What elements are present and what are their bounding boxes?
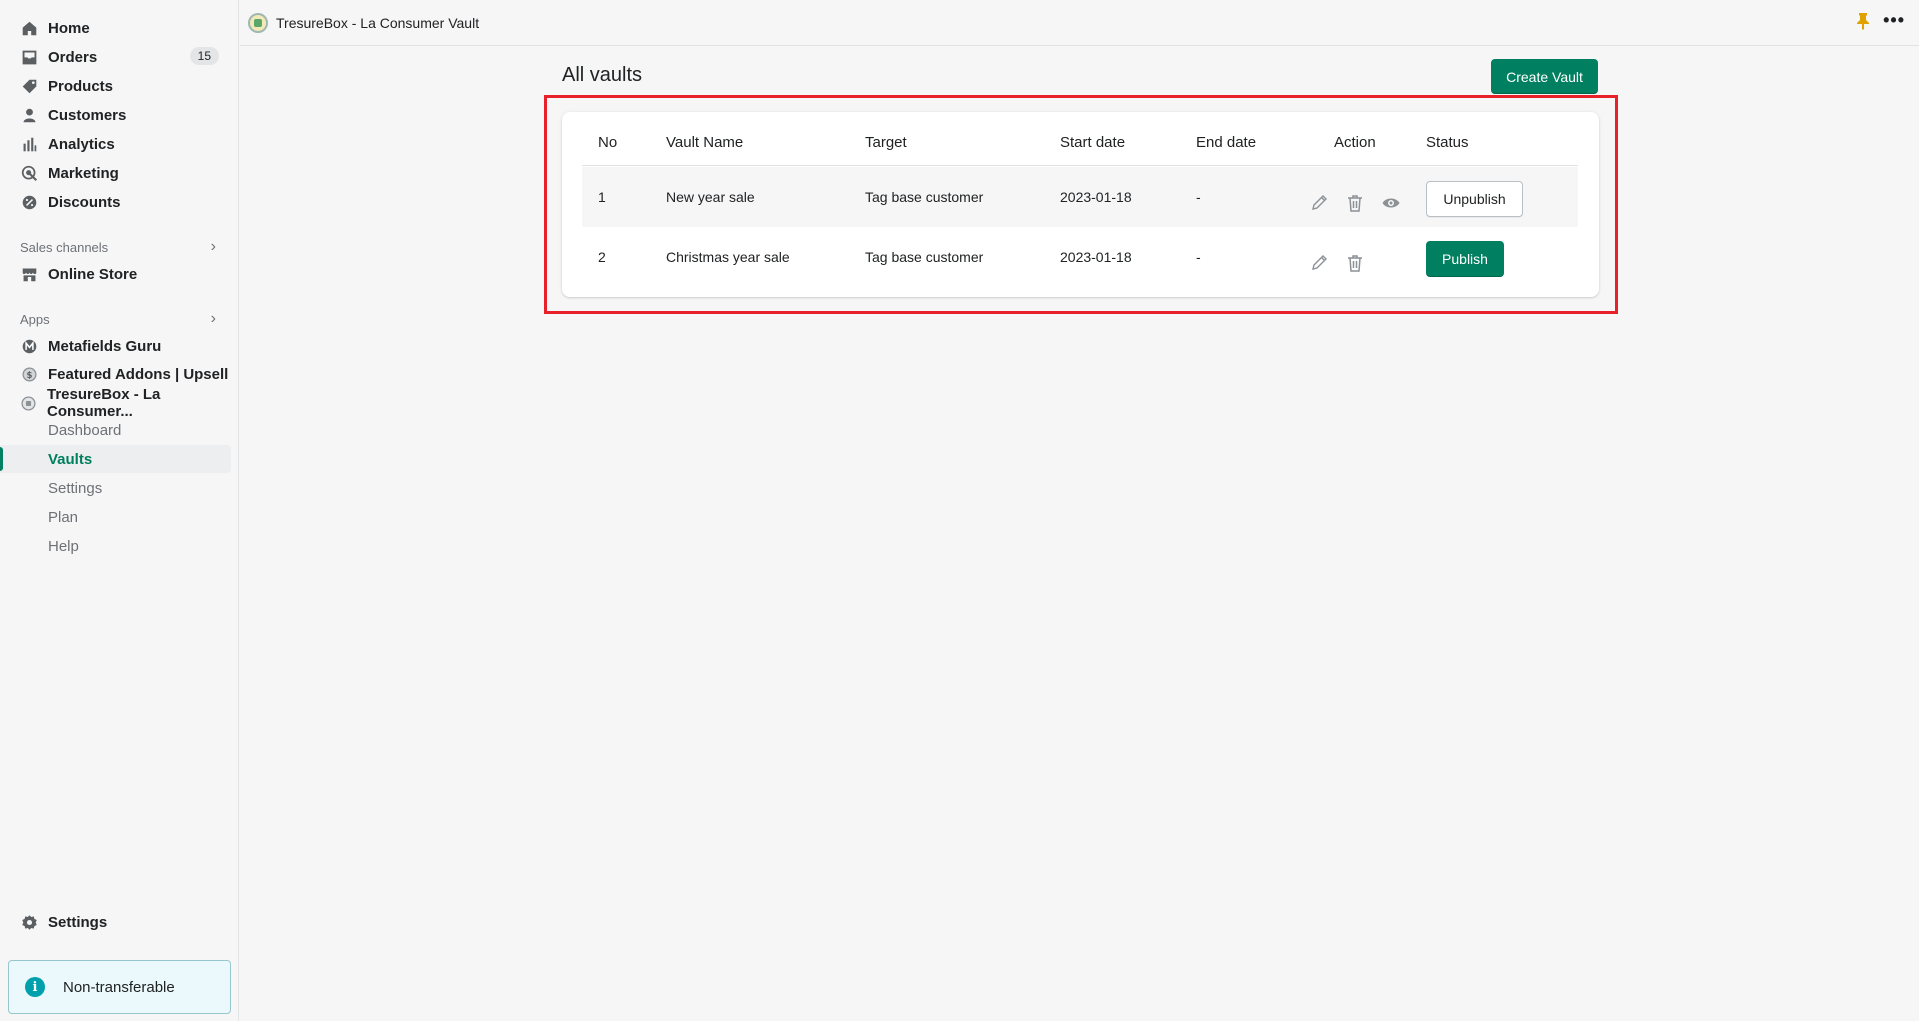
cell-start-date: 2023-01-18	[1060, 249, 1132, 265]
notice-text: Non-transferable	[63, 978, 175, 996]
column-no: No	[598, 134, 618, 151]
nav-item-marketing[interactable]: Marketing	[0, 159, 231, 187]
column-vault-name: Vault Name	[666, 134, 744, 151]
nav-item-customers[interactable]: Customers	[0, 101, 231, 129]
table-row: 1 New year sale Tag base customer 2023-0…	[582, 167, 1578, 227]
nav-item-home[interactable]: Home	[0, 14, 231, 42]
non-transferable-notice: i Non-transferable	[8, 960, 231, 1014]
unpublish-button[interactable]: Unpublish	[1426, 181, 1523, 217]
orders-count-badge: 15	[189, 47, 219, 65]
nav-label-orders: Orders	[48, 48, 98, 66]
nav-label-metafields-guru: Metafields Guru	[48, 337, 162, 355]
table-header: No Vault Name Target Start date End date…	[582, 112, 1578, 166]
nav-item-tresurebox[interactable]: TresureBox - La Consumer...	[0, 386, 231, 420]
bar-chart-icon	[20, 135, 38, 153]
apps-label: Apps	[20, 311, 50, 327]
nav-label-online-store: Online Store	[48, 265, 138, 283]
cell-end-date: -	[1196, 189, 1201, 205]
table-row: 2 Christmas year sale Tag base customer …	[582, 227, 1578, 287]
discount-icon	[20, 193, 38, 211]
vaults-table-card: No Vault Name Target Start date End date…	[562, 112, 1599, 297]
nav-item-discounts[interactable]: Discounts	[0, 188, 231, 216]
nav-label-discounts: Discounts	[48, 193, 121, 211]
sub-item-vaults[interactable]: Vaults	[0, 445, 231, 473]
sub-item-settings[interactable]: Settings	[0, 474, 231, 502]
nav-item-online-store[interactable]: Online Store	[0, 260, 231, 288]
column-action: Action	[1334, 134, 1376, 151]
nav-label-customers: Customers	[48, 106, 127, 124]
nav-item-metafields-guru[interactable]: Metafields Guru	[0, 332, 231, 360]
sub-item-dashboard[interactable]: Dashboard	[0, 416, 231, 444]
sub-item-vaults-label: Vaults	[48, 450, 93, 468]
metafields-app-icon	[20, 337, 38, 355]
column-start-date: Start date	[1060, 134, 1126, 151]
cell-end-date: -	[1196, 249, 1201, 265]
publish-button[interactable]: Publish	[1426, 241, 1504, 277]
cell-target: Tag base customer	[865, 249, 984, 265]
delete-trash-icon[interactable]	[1345, 253, 1365, 273]
edit-pencil-icon[interactable]	[1309, 253, 1329, 273]
cell-no: 2	[598, 249, 606, 265]
view-eye-icon[interactable]	[1381, 193, 1401, 213]
svg-text:$: $	[26, 370, 32, 380]
nav-item-analytics[interactable]: Analytics	[0, 130, 231, 158]
home-icon	[20, 19, 38, 37]
nav-label-products: Products	[48, 77, 114, 95]
nav-item-featured-addons[interactable]: $ Featured Addons | Upsell	[0, 360, 231, 388]
sub-item-plan[interactable]: Plan	[0, 503, 231, 531]
edit-pencil-icon[interactable]	[1309, 193, 1329, 213]
cell-vault-name: Christmas year sale	[666, 249, 790, 265]
column-target: Target	[865, 134, 907, 151]
page-title: All vaults	[562, 64, 643, 86]
pin-icon[interactable]	[1855, 12, 1871, 30]
apps-section[interactable]: Apps ›	[20, 310, 220, 328]
chevron-right-icon: ›	[210, 310, 216, 327]
nav-label-tresurebox: TresureBox - La Consumer...	[47, 386, 161, 420]
cell-vault-name: New year sale	[666, 189, 755, 205]
tresurebox-app-icon	[20, 394, 37, 412]
inbox-icon	[20, 48, 38, 66]
app-title: TresureBox - La Consumer Vault	[276, 14, 480, 31]
sales-channels-section[interactable]: Sales channels ›	[20, 238, 220, 256]
create-vault-button[interactable]: Create Vault	[1491, 59, 1598, 94]
nav-item-orders[interactable]: Orders 15	[0, 43, 231, 71]
nav-label-home: Home	[48, 19, 90, 37]
person-icon	[20, 106, 38, 124]
cell-no: 1	[598, 189, 606, 205]
sidebar: Home Orders 15 Products Customers Analyt…	[0, 0, 239, 1021]
nav-label-marketing: Marketing	[48, 164, 119, 182]
gear-icon	[20, 913, 38, 931]
sub-item-help[interactable]: Help	[0, 532, 231, 560]
more-actions-icon[interactable]: •••	[1883, 10, 1905, 31]
tag-icon	[20, 77, 38, 95]
nav-item-settings[interactable]: Settings	[0, 908, 231, 936]
app-topbar: TresureBox - La Consumer Vault •••	[240, 0, 1919, 46]
nav-item-products[interactable]: Products	[0, 72, 231, 100]
tresurebox-logo-icon	[248, 12, 268, 33]
featured-addons-app-icon: $	[20, 365, 38, 383]
store-icon	[20, 265, 38, 283]
column-end-date: End date	[1196, 134, 1257, 151]
column-status: Status	[1426, 134, 1469, 151]
info-icon: i	[25, 977, 45, 997]
nav-label-analytics: Analytics	[48, 135, 115, 153]
sales-channels-label: Sales channels	[20, 239, 109, 255]
cell-start-date: 2023-01-18	[1060, 189, 1132, 205]
chevron-right-icon: ›	[210, 238, 216, 255]
nav-label-featured-addons: Featured Addons | Upsell	[48, 365, 229, 383]
cell-target: Tag base customer	[865, 189, 984, 205]
delete-trash-icon[interactable]	[1345, 193, 1365, 213]
nav-label-settings: Settings	[48, 913, 108, 931]
target-icon	[20, 164, 38, 182]
